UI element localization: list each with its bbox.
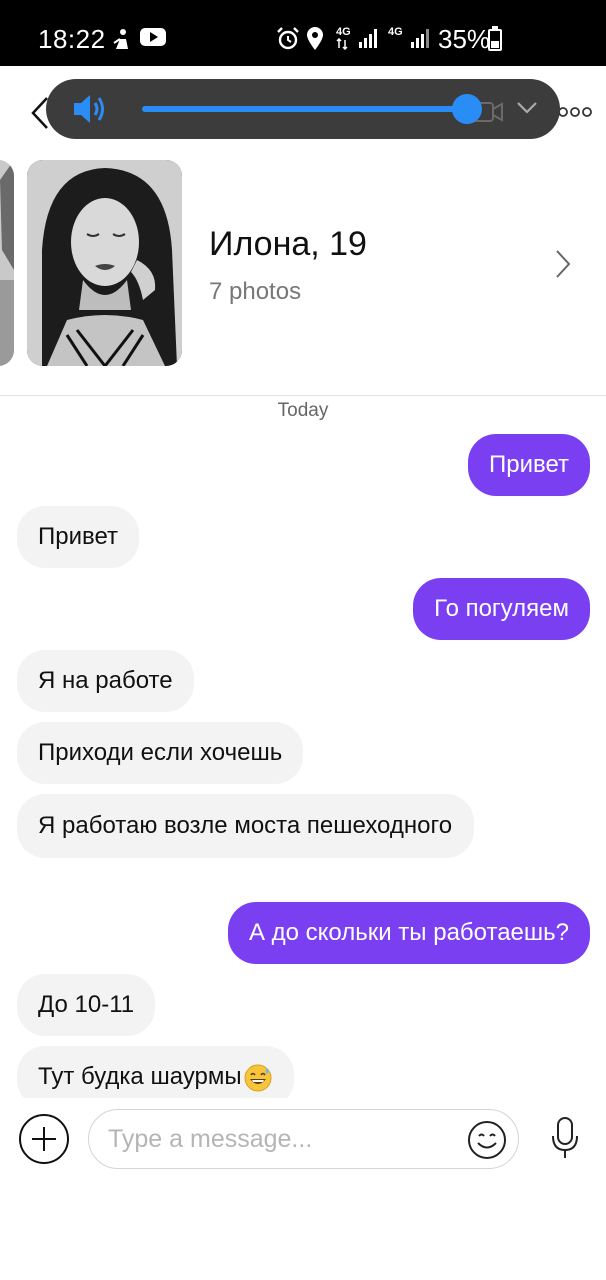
profile-photo[interactable] — [27, 160, 182, 366]
profile-photos-count: 7 photos — [209, 278, 302, 305]
message-list[interactable]: Привет Привет Го погуляем Я на работе Пр… — [0, 396, 606, 1098]
battery-percent: 35% — [438, 24, 491, 54]
message-incoming[interactable]: До 10-11 — [17, 974, 156, 1036]
message-incoming[interactable]: Тут будка шаурмы — [17, 1046, 294, 1098]
message-outgoing[interactable]: Го погуляем — [413, 578, 590, 640]
match-profile-card[interactable]: Илона, 19 7 photos — [0, 150, 606, 396]
notification-app-icon — [113, 29, 128, 49]
message-outgoing[interactable]: А до скольки ты работаешь? — [227, 902, 590, 964]
message-incoming[interactable]: Приходи если хочешь — [17, 722, 304, 784]
message-outgoing[interactable]: Привет — [467, 434, 590, 496]
profile-name: Илона, 19 — [209, 225, 367, 263]
signal-strength-icon — [359, 29, 377, 48]
chevron-down-icon[interactable] — [516, 97, 538, 119]
location-icon — [307, 27, 323, 50]
message-text: Тут будка шаурмы — [38, 1063, 242, 1090]
message-input[interactable] — [108, 1124, 448, 1154]
volume-slider-track[interactable] — [142, 106, 474, 112]
signal-strength-icon-2 — [411, 29, 429, 48]
smiley-icon[interactable] — [466, 1119, 508, 1161]
chevron-right-icon[interactable] — [554, 248, 572, 280]
microphone-icon[interactable] — [550, 1116, 580, 1160]
message-composer — [0, 1098, 606, 1184]
plus-circle-icon[interactable] — [19, 1114, 69, 1164]
message-incoming[interactable]: Я работаю возле моста пешеходного — [17, 794, 474, 858]
youtube-icon — [140, 28, 166, 46]
profile-photo-previous[interactable] — [0, 160, 14, 366]
battery-icon — [488, 26, 502, 51]
speaker-volume-icon[interactable] — [72, 92, 108, 126]
status-bar: 18:22 4G 4G 35% — [0, 0, 606, 66]
volume-overlay — [46, 79, 560, 139]
message-incoming[interactable]: Я на работе — [17, 650, 194, 712]
network-type-label: 4G — [336, 26, 351, 38]
network-type-label-2: 4G — [388, 26, 403, 38]
more-options-icon[interactable] — [558, 106, 592, 118]
grinning-sweat-emoji-icon — [244, 1064, 272, 1092]
alarm-icon — [277, 27, 299, 50]
message-field[interactable] — [88, 1109, 519, 1169]
message-incoming[interactable]: Привет — [17, 506, 140, 568]
data-arrows-icon — [336, 38, 348, 50]
status-time: 18:22 — [38, 24, 106, 54]
